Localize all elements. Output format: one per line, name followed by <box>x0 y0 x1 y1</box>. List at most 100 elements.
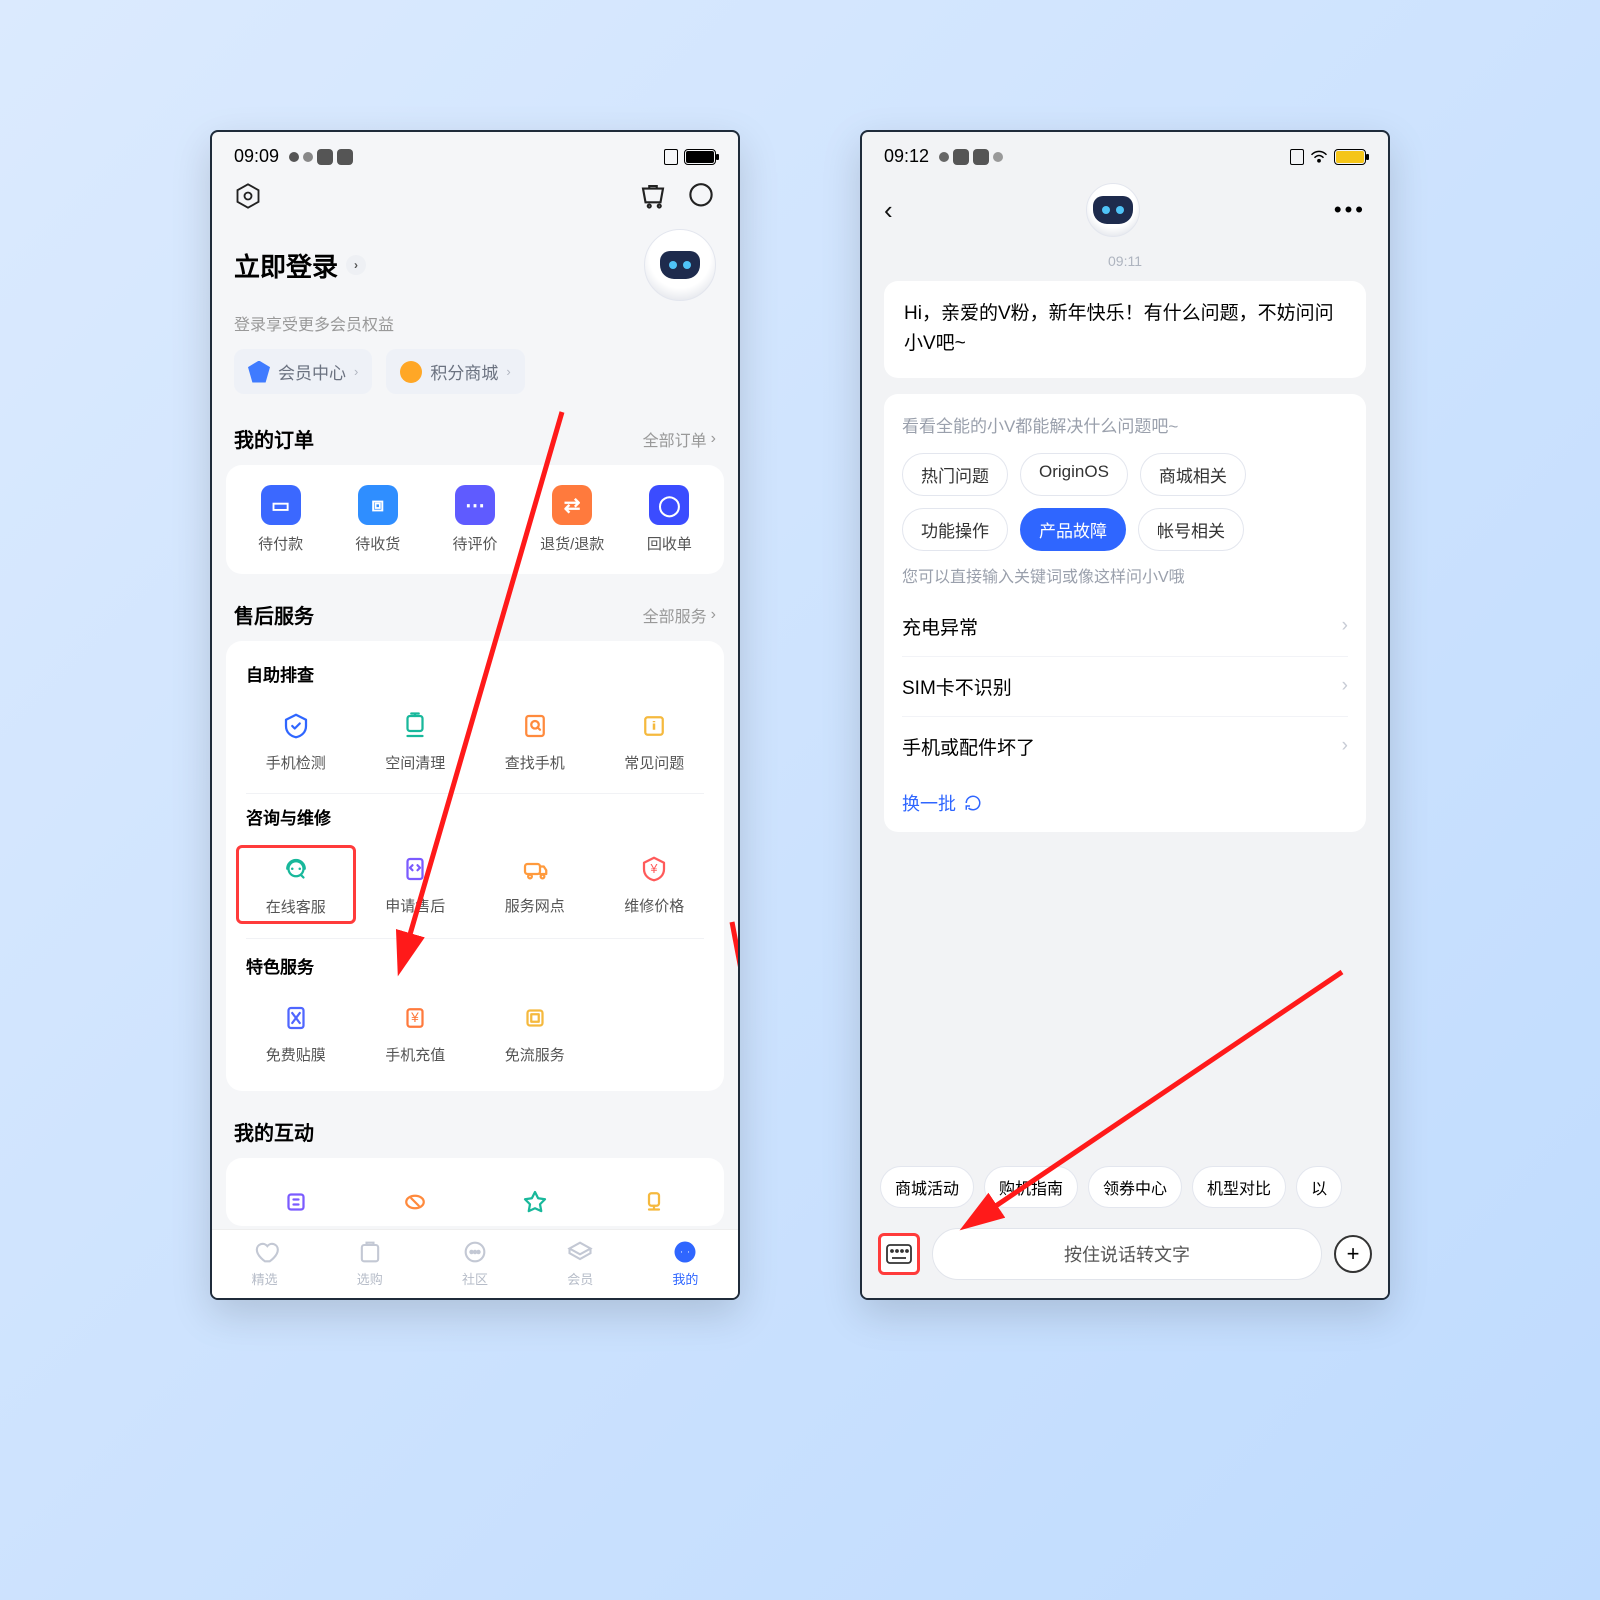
category-pill[interactable]: 帐号相关 <box>1138 508 1244 551</box>
category-pill[interactable]: 商城相关 <box>1140 453 1246 496</box>
app-icon <box>337 149 353 165</box>
message-icon[interactable] <box>686 181 716 211</box>
nav-tab[interactable]: 精选 <box>212 1238 317 1288</box>
service-icon <box>517 708 553 744</box>
sim-icon <box>664 149 678 165</box>
order-icon: ▭ <box>261 485 301 525</box>
service-item[interactable]: ¥ 手机充值 <box>356 994 476 1071</box>
consult-title: 咨询与维修 <box>232 802 718 839</box>
login-subtitle: 登录享受更多会员权益 <box>212 311 738 349</box>
service-icon <box>278 1000 314 1036</box>
service-label: 免费贴膜 <box>266 1044 326 1065</box>
refresh-button[interactable]: 换一批 <box>902 776 1348 822</box>
nav-tab[interactable]: 选购 <box>317 1238 422 1288</box>
suggestion-strip: 商城活动购机指南领券中心机型对比以 <box>862 1156 1388 1218</box>
battery-icon <box>1334 149 1366 165</box>
settings-hex-icon[interactable] <box>234 182 262 210</box>
suggestion-chip[interactable]: 领券中心 <box>1088 1166 1182 1208</box>
help-card: 看看全能的小V都能解决什么问题吧~ 热门问题 OriginOS 商城相关功能操作产品… <box>884 394 1366 832</box>
chevron-right-icon: › <box>346 255 366 275</box>
chevron-right-icon: › <box>1342 615 1348 637</box>
vip-center-chip[interactable]: 会员中心› <box>234 349 372 394</box>
service-item[interactable]: ¥ 维修价格 <box>595 845 715 924</box>
service-item[interactable]: 常见问题 <box>595 702 715 779</box>
all-orders-link[interactable]: 全部订单 › <box>643 427 716 451</box>
qa-item[interactable]: 充电异常› <box>902 597 1348 656</box>
service-item[interactable]: 手机检测 <box>236 702 356 779</box>
service-label: 手机充值 <box>385 1044 445 1065</box>
service-label: 申请售后 <box>385 895 445 916</box>
all-services-link[interactable]: 全部服务 › <box>643 603 716 627</box>
keyboard-icon <box>886 1244 912 1264</box>
bottom-nav: 精选 选购 社区 会员 我的 <box>212 1229 738 1298</box>
interact-item[interactable] <box>356 1178 476 1226</box>
suggestion-chip[interactable]: 购机指南 <box>984 1166 1078 1208</box>
login-button[interactable]: 立即登录 › <box>234 247 366 284</box>
suggestion-chip[interactable]: 商城活动 <box>880 1166 974 1208</box>
order-label: 待收货 <box>355 533 400 554</box>
service-item[interactable]: 服务网点 <box>475 845 595 924</box>
nav-tab[interactable]: 社区 <box>422 1238 527 1288</box>
interact-icon <box>636 1184 672 1220</box>
service-title: 售后服务 <box>234 600 314 629</box>
nav-tab[interactable]: 会员 <box>528 1238 633 1288</box>
service-item[interactable]: 查找手机 <box>475 702 595 779</box>
service-item[interactable]: 免费贴膜 <box>236 994 356 1071</box>
order-label: 待付款 <box>258 533 303 554</box>
keyboard-button[interactable] <box>878 1233 920 1275</box>
category-pill[interactable]: OriginOS <box>1020 453 1128 496</box>
service-item[interactable]: 申请售后 <box>356 845 476 924</box>
qa-item[interactable]: 手机或配件坏了› <box>902 716 1348 776</box>
chevron-right-icon: › <box>1342 675 1348 697</box>
avatar[interactable] <box>644 229 716 301</box>
nav-tab[interactable]: 我的 <box>633 1238 738 1288</box>
category-pill[interactable]: 产品故障 <box>1020 508 1126 551</box>
status-time: 09:09 <box>234 146 279 167</box>
order-item[interactable]: ◯ 回收单 <box>621 479 718 560</box>
interact-item[interactable] <box>236 1178 356 1226</box>
more-button[interactable]: ••• <box>1334 197 1366 223</box>
service-label: 维修价格 <box>624 895 684 916</box>
suggestion-chip[interactable]: 机型对比 <box>1192 1166 1286 1208</box>
service-icon <box>397 708 433 744</box>
service-icon <box>517 1000 553 1036</box>
order-label: 待评价 <box>452 533 497 554</box>
nav-label: 我的 <box>672 1269 698 1288</box>
order-item[interactable]: ⇄ 退货/退款 <box>524 479 621 560</box>
service-icon: ¥ <box>636 851 672 887</box>
interact-item[interactable] <box>595 1178 715 1226</box>
back-button[interactable]: ‹ <box>884 195 893 226</box>
nav-icon <box>251 1238 279 1266</box>
chat-screen: 09:12 ‹ ••• 09:11 Hi，亲爱的V粉，新年快乐！有什么问题，不妨… <box>860 130 1390 1300</box>
app-icon <box>953 149 969 165</box>
refresh-icon <box>964 794 982 812</box>
chat-timestamp: 09:11 <box>862 249 1388 281</box>
nav-icon <box>566 1238 594 1266</box>
category-pill[interactable]: 热门问题 <box>902 453 1008 496</box>
service-label: 在线客服 <box>266 896 326 917</box>
nav-icon <box>461 1238 489 1266</box>
qa-item[interactable]: SIM卡不识别› <box>902 656 1348 716</box>
order-icon: ⇄ <box>552 485 592 525</box>
self-check-title: 自助排查 <box>232 655 718 696</box>
interact-item[interactable] <box>475 1178 595 1226</box>
cart-icon[interactable] <box>638 181 668 211</box>
service-label: 空间清理 <box>385 752 445 773</box>
order-item[interactable]: ▭ 待付款 <box>232 479 329 560</box>
status-bar: 09:12 <box>862 132 1388 175</box>
order-item[interactable]: ⧈ 待收货 <box>329 479 426 560</box>
order-label: 退货/退款 <box>540 533 604 554</box>
nav-icon <box>356 1238 384 1266</box>
service-item[interactable]: 空间清理 <box>356 702 476 779</box>
help-title: 看看全能的小V都能解决什么问题吧~ <box>902 412 1348 437</box>
order-item[interactable]: ⋯ 待评价 <box>426 479 523 560</box>
order-icon: ◯ <box>649 485 689 525</box>
voice-input[interactable]: 按住说话转文字 <box>932 1228 1322 1280</box>
add-button[interactable]: + <box>1334 1235 1372 1273</box>
points-mall-chip[interactable]: 积分商城› <box>386 349 524 394</box>
service-item[interactable]: 在线客服 <box>236 845 356 924</box>
suggestion-chip[interactable]: 以 <box>1296 1166 1342 1208</box>
service-item[interactable]: 免流服务 <box>475 994 595 1071</box>
lightbulb-icon <box>303 152 313 162</box>
category-pill[interactable]: 功能操作 <box>902 508 1008 551</box>
